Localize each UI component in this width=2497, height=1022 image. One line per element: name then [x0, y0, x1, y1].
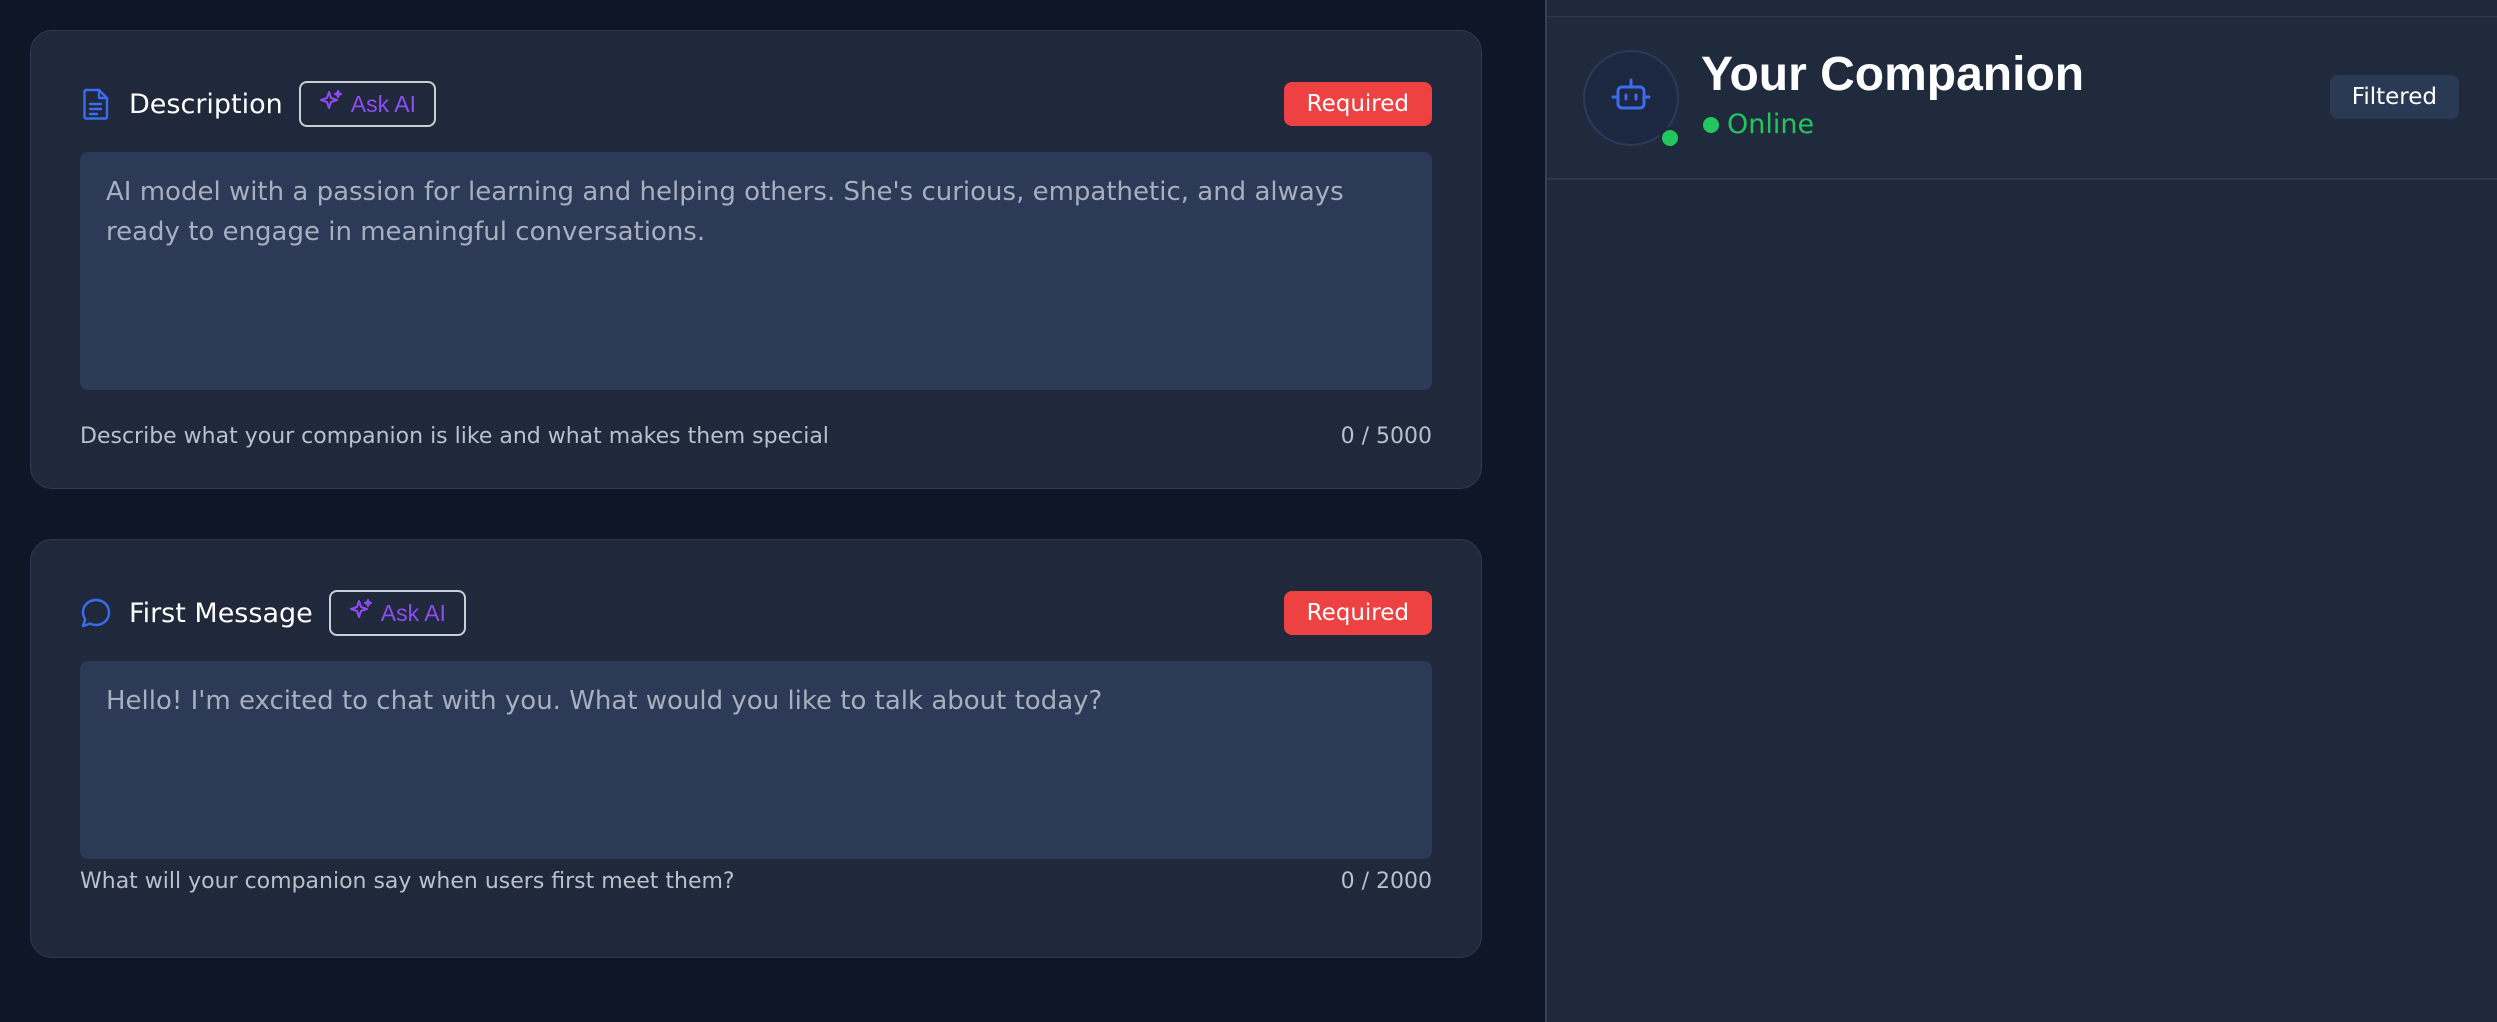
chat-bubble-icon — [80, 597, 112, 629]
first-message-header: First Message Ask AI Required — [80, 590, 1432, 636]
companion-header: Your Companion Online Filtered — [1547, 17, 2497, 180]
required-badge: Required — [1283, 82, 1432, 126]
description-title: Description — [129, 88, 283, 120]
first-message-hint-row: What will your companion say when users … — [80, 869, 1432, 894]
first-message-ask-ai-button[interactable]: Ask AI — [328, 590, 466, 636]
preview-pane: Your Companion Online Filtered — [1545, 0, 2497, 1022]
description-placeholder: AI model with a passion for learning and… — [106, 177, 1344, 247]
document-icon — [80, 88, 112, 120]
status-dot-icon — [1703, 116, 1719, 133]
description-hint-row: Describe what your companion is like and… — [80, 424, 1432, 449]
ask-ai-label: Ask AI — [350, 90, 416, 117]
first-message-textarea[interactable]: Hello! I'm excited to chat with you. Wha… — [80, 661, 1432, 859]
status-row: Online — [1703, 109, 1814, 140]
online-indicator — [1659, 127, 1681, 149]
form-pane: Description Ask AI Required AI model wit… — [0, 0, 1545, 1022]
first-message-placeholder: Hello! I'm excited to chat with you. Wha… — [106, 686, 1103, 716]
first-message-hint: What will your companion say when users … — [80, 869, 735, 894]
sparkles-icon — [349, 598, 373, 628]
ask-ai-label: Ask AI — [380, 599, 446, 626]
description-char-counter: 0 / 5000 — [1340, 424, 1432, 449]
robot-icon — [1610, 75, 1652, 121]
first-message-title: First Message — [129, 597, 313, 629]
required-badge: Required — [1283, 591, 1432, 635]
companion-name: Your Companion — [1701, 48, 2085, 101]
description-ask-ai-button[interactable]: Ask AI — [298, 81, 436, 127]
description-header: Description Ask AI Required — [80, 81, 1432, 127]
status-label: Online — [1727, 109, 1815, 140]
description-hint: Describe what your companion is like and… — [80, 424, 829, 449]
description-textarea[interactable]: AI model with a passion for learning and… — [80, 152, 1432, 390]
first-message-card: First Message Ask AI Required Hello! I'm… — [30, 539, 1482, 958]
filtered-badge[interactable]: Filtered — [2329, 75, 2459, 119]
description-card: Description Ask AI Required AI model wit… — [30, 30, 1482, 489]
first-message-char-counter: 0 / 2000 — [1340, 869, 1432, 894]
sparkles-icon — [319, 89, 343, 119]
